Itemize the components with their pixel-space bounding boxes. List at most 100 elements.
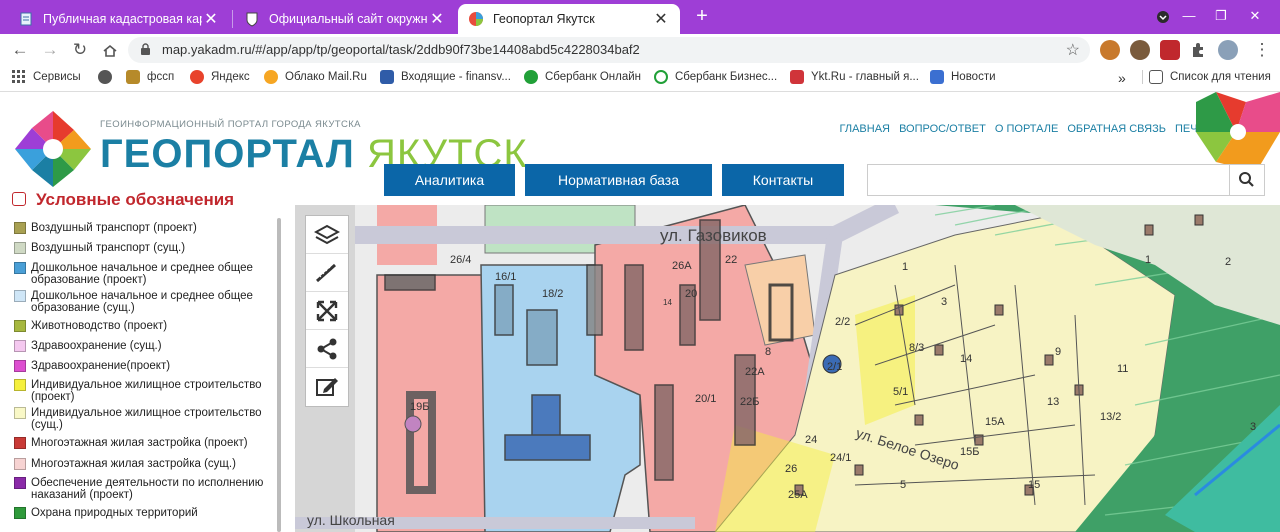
legend-swatch (14, 407, 26, 419)
parcel-label: 5 (900, 479, 906, 491)
bookmark-cloud-mail[interactable]: Облако Mail.Ru (264, 70, 367, 84)
legend-item: Индивидуальное жилищное строительство (с… (14, 407, 276, 431)
parcel-label: 11 (1117, 363, 1128, 375)
extensions-puzzle-icon[interactable] (1189, 40, 1209, 60)
search-button[interactable] (1229, 164, 1265, 196)
legend-swatch (14, 477, 26, 489)
new-tab-button[interactable]: + (690, 4, 714, 28)
menu-contacts-button[interactable]: Контакты (722, 164, 844, 196)
restore-icon[interactable]: ❐ (1206, 0, 1236, 32)
bookmark-sberbank[interactable]: Сбербанк Онлайн (524, 70, 641, 84)
close-tab-icon[interactable]: ✕ (652, 9, 670, 29)
menu-regulations-button[interactable]: Нормативная база (525, 164, 712, 196)
geoportal-logo-icon[interactable] (14, 110, 92, 188)
mail-icon (380, 70, 394, 84)
tab-geoportal[interactable]: Геопортал Якутск ✕ (458, 4, 680, 34)
edit-button[interactable] (306, 368, 348, 406)
legend-item: Дошкольное начальное и среднее общее обр… (14, 290, 276, 314)
legend-title[interactable]: Условные обозначения (12, 190, 234, 210)
minimize-icon[interactable]: — (1174, 0, 1204, 32)
yandex-icon (190, 70, 204, 84)
bookmark-news[interactable]: Новости (930, 70, 996, 84)
extension-avatar-icon[interactable] (1100, 40, 1120, 60)
ykt-icon (790, 70, 804, 84)
parcel-label: 22 (725, 254, 737, 266)
bookmark-services[interactable]: Сервисы (12, 70, 81, 84)
reload-icon[interactable]: ↻ (68, 38, 92, 62)
globe-icon (98, 70, 112, 84)
bookmark-fssp[interactable]: фссп (126, 70, 174, 84)
legend-scrollbar[interactable] (277, 218, 281, 532)
parcel-label: 3 (941, 296, 947, 308)
link-faq[interactable]: ВОПРОС/ОТВЕТ (899, 123, 986, 135)
link-home[interactable]: ГЛАВНАЯ (840, 123, 890, 135)
extension-red-icon[interactable] (1160, 40, 1180, 60)
legend-swatch (14, 290, 26, 302)
parcel-label: 2/2 (835, 316, 850, 328)
map-canvas[interactable]: ул. Газовиков ул. Белое Озеро ул. Школьн… (295, 205, 1280, 532)
top-links: ГЛАВНАЯ ВОПРОС/ОТВЕТ О ПОРТАЛЕ ОБРАТНАЯ … (834, 123, 1218, 135)
bookmark-ykt[interactable]: Ykt.Ru - главный я... (790, 70, 919, 84)
close-tab-icon[interactable]: ✕ (202, 9, 220, 29)
legend-swatch (14, 437, 26, 449)
legend-swatch (14, 262, 26, 274)
cadastre-favicon-icon (18, 11, 34, 27)
legend-swatch (14, 360, 26, 372)
legend-item: Многоэтажная жилая застройка (проект) (14, 437, 276, 449)
parcel-label: 9 (1055, 346, 1061, 358)
address-bar[interactable]: map.yakadm.ru/#/app/app/tp/geoportal/tas… (128, 37, 1090, 63)
geoportal-favicon-icon (468, 11, 484, 27)
collapse-arrow-icon[interactable] (12, 192, 26, 206)
bookmark-globe[interactable] (98, 70, 119, 84)
close-tab-icon[interactable]: ✕ (428, 9, 446, 29)
search-icon (1239, 172, 1254, 187)
parcel-label: 20 (685, 288, 697, 300)
parcel-label: 13/2 (1100, 411, 1121, 423)
street-label-gazovikov: ул. Газовиков (660, 226, 767, 245)
share-button[interactable] (306, 330, 348, 368)
home-icon[interactable] (98, 38, 122, 62)
legend-panel: Условные обозначения Воздушный транспорт… (0, 190, 288, 532)
tab-official-site[interactable]: Официальный сайт окружной а ✕ (234, 4, 456, 34)
bookmarks-bar: Сервисы фссп Яндекс Облако Mail.Ru Входя… (0, 64, 1280, 92)
parcel-label: 14 (960, 353, 972, 365)
legend-swatch (14, 222, 26, 234)
browser-toolbar: ← → ↻ map.yakadm.ru/#/app/app/tp/geoport… (0, 34, 1280, 64)
bookmark-yandex[interactable]: Яндекс (190, 70, 250, 84)
fullscreen-button[interactable] (306, 292, 348, 330)
measure-button[interactable] (306, 254, 348, 292)
bookmark-inbox[interactable]: Входящие - finansv... (380, 70, 511, 84)
parcel-label: 19Б (410, 401, 429, 413)
forward-icon[interactable]: → (38, 38, 62, 62)
tab-title: Официальный сайт окружной а (269, 12, 428, 26)
fullscreen-icon (316, 300, 338, 321)
link-feedback[interactable]: ОБРАТНАЯ СВЯЗЬ (1067, 123, 1166, 135)
legend-item: Здравоохранение(проект) (14, 360, 276, 372)
legend-swatch (14, 320, 26, 332)
extension-dog-icon[interactable] (1130, 40, 1150, 60)
browser-menu-icon[interactable]: ⋮ (1250, 38, 1274, 62)
legend-item: Многоэтажная жилая застройка (сущ.) (14, 458, 276, 470)
legend-swatch (14, 379, 26, 391)
share-icon (317, 338, 337, 359)
back-icon[interactable]: ← (8, 38, 32, 62)
parcel-label: 15А (985, 416, 1005, 428)
close-window-icon[interactable]: ✕ (1240, 0, 1270, 32)
profile-avatar-icon[interactable] (1218, 40, 1238, 60)
link-about[interactable]: О ПОРТАЛЕ (995, 123, 1058, 135)
tab-cadastral-map[interactable]: Публичная кадастровая карта ✕ (8, 4, 230, 34)
parcel-label: 14 (663, 298, 672, 307)
bookmarks-overflow[interactable]: » (1118, 70, 1126, 86)
layers-button[interactable] (306, 216, 348, 254)
legend-item: Охрана природных территорий (14, 507, 276, 519)
bookmark-star-icon[interactable]: ☆ (1066, 40, 1080, 60)
parcel-label: 2/1 (827, 361, 842, 373)
bookmark-sberbank-business[interactable]: Сбербанк Бизнес... (654, 70, 777, 84)
parcel-label: 22А (745, 366, 765, 378)
legend-item: Здравоохранение (сущ.) (14, 340, 276, 352)
reading-list[interactable]: Список для чтения (1142, 70, 1271, 84)
search-input[interactable] (867, 164, 1229, 196)
bookmark-label: Сервисы (33, 71, 81, 83)
menu-analytics-button[interactable]: Аналитика (384, 164, 515, 196)
parcel-label: 26/4 (450, 254, 471, 266)
